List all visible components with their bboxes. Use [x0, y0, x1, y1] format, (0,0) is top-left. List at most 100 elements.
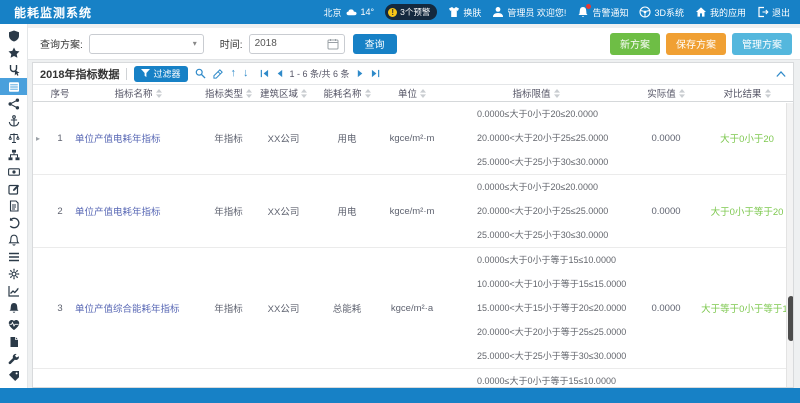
table-row[interactable]: ▸ 0.0000≤大于0小于等于15≤10.0000 — [33, 369, 793, 388]
alarm-notice-button[interactable]: 告警通知 — [577, 6, 628, 19]
sidebar-item-wrench[interactable] — [0, 350, 27, 367]
first-page-button[interactable] — [260, 69, 269, 78]
column-header-area[interactable]: 建筑区域 — [256, 86, 311, 100]
column-header-energy[interactable]: 能耗名称 — [311, 86, 383, 100]
sidebar-item-share[interactable] — [0, 95, 27, 112]
alert-count-label: 3个预警 — [400, 6, 430, 18]
last-page-button[interactable] — [371, 69, 380, 78]
bell-icon — [8, 302, 20, 314]
bottom-footer-bar — [0, 388, 800, 403]
sidebar-item-bell-outline[interactable] — [0, 231, 27, 248]
indicator-name-link[interactable]: 单位产值综合能耗年指标 — [75, 301, 201, 315]
plan-select[interactable]: ▾ — [89, 34, 204, 54]
column-header-limits[interactable]: 指标限值 — [441, 86, 631, 100]
sidebar-item-data-grid[interactable] — [0, 78, 27, 95]
row-area: XX公司 — [256, 204, 311, 218]
sidebar-item-scale[interactable] — [0, 129, 27, 146]
sidebar-item-heart-pulse[interactable] — [0, 316, 27, 333]
expand-row-icon[interactable]: ▸ — [33, 134, 45, 143]
limit-range-line: 20.0000<大于20小于25≤25.0000 — [441, 126, 631, 150]
sidebar-item-star[interactable] — [0, 44, 27, 61]
sidebar-item-document[interactable] — [0, 197, 27, 214]
alarm-notice-label: 告警通知 — [592, 6, 628, 19]
scrollbar-thumb[interactable] — [788, 296, 794, 341]
sidebar-item-money[interactable] — [0, 163, 27, 180]
row-seq: 1 — [45, 133, 75, 144]
my-apps-button[interactable]: 我的应用 — [695, 6, 746, 19]
logout-icon — [757, 6, 769, 18]
search-grid-button[interactable] — [195, 68, 206, 79]
sidebar-item-anchor[interactable] — [0, 112, 27, 129]
column-header-seq: 序号 — [45, 86, 75, 100]
indicator-name-link[interactable]: 单位产值电耗年指标 — [75, 131, 201, 145]
sidebar-item-tag[interactable] — [0, 367, 27, 384]
logout-label: 退出 — [772, 6, 790, 19]
sidebar-item-file[interactable] — [0, 333, 27, 350]
row-actual: 0.0000 — [631, 133, 701, 144]
row-energy: 用电 — [311, 131, 383, 145]
sidebar-item-menu[interactable] — [0, 248, 27, 265]
calendar-icon — [327, 38, 339, 50]
move-down-button[interactable]: ↓ — [243, 68, 249, 79]
sidebar-item-gear[interactable] — [0, 265, 27, 282]
limit-range-line: 0.0000≤大于0小于20≤20.0000 — [441, 175, 631, 199]
table-header-row: 序号 指标名称 指标类型 建筑区域 能耗名称 单位 指标限值 实际值 对比结果 — [33, 85, 793, 102]
column-header-result[interactable]: 对比结果 — [701, 86, 793, 100]
limit-range-line: 15.0000<大于15小于等于20≤20.0000 — [441, 296, 631, 320]
table-row[interactable]: ▸ 3 单位产值综合能耗年指标 年指标 XX公司 总能耗 kgce/m²·a 0… — [33, 248, 793, 369]
home-icon — [695, 6, 707, 18]
table-row[interactable]: ▸ 1 单位产值电耗年指标 年指标 XX公司 用电 kgce/m²·m 0.00… — [33, 102, 793, 175]
column-header-unit[interactable]: 单位 — [383, 86, 441, 100]
new-plan-button[interactable]: 新方案 — [610, 33, 660, 55]
data-grid-panel: 2018年指标数据 过滤器 ↑ ↓ 1 - 6 条/共 6 条 序号 指 — [32, 62, 794, 388]
save-plan-button[interactable]: 保存方案 — [666, 33, 726, 55]
sidebar-item-bell[interactable] — [0, 299, 27, 316]
alert-badge[interactable]: ! 3个预警 — [385, 4, 437, 20]
share-nodes-icon — [8, 98, 20, 110]
collapse-panel-button[interactable] — [776, 70, 786, 78]
user-menu[interactable]: 管理员 欢迎您! — [492, 6, 566, 19]
vertical-scrollbar[interactable] — [786, 103, 793, 387]
time-input[interactable]: 2018 — [249, 34, 345, 54]
filter-button[interactable]: 过滤器 — [134, 66, 187, 82]
clear-filter-button[interactable] — [213, 68, 224, 79]
chart-line-icon — [8, 285, 20, 297]
system-3d-label: 3D系统 — [654, 6, 684, 19]
search-button[interactable]: 查询 — [353, 34, 397, 54]
column-header-name[interactable]: 指标名称 — [75, 86, 201, 100]
column-header-actual[interactable]: 实际值 — [631, 86, 701, 100]
sort-icon — [679, 89, 685, 98]
row-seq: 2 — [45, 206, 75, 217]
file-icon — [8, 336, 20, 348]
limit-range-line: 0.0000≤大于0小于20≤20.0000 — [441, 102, 631, 126]
manage-plan-button[interactable]: 管理方案 — [732, 33, 792, 55]
prev-page-icon — [275, 69, 284, 78]
logout-button[interactable]: 退出 — [757, 6, 790, 19]
left-sidebar — [0, 24, 28, 388]
system-3d-button[interactable]: 3D系统 — [639, 6, 684, 19]
sidebar-item-shield[interactable] — [0, 27, 27, 44]
time-label: 时间: — [220, 36, 243, 51]
table-row[interactable]: ▸ 2 单位产值电耗年指标 年指标 XX公司 用电 kgce/m²·m 0.00… — [33, 175, 793, 248]
indicator-name-link[interactable]: 单位产值电耗年指标 — [75, 204, 201, 218]
next-page-button[interactable] — [356, 69, 365, 78]
limit-range-line: 20.0000<大于20小于等于25≤25.0000 — [441, 320, 631, 344]
sidebar-item-chart[interactable] — [0, 282, 27, 299]
select-cursor-icon — [8, 64, 20, 76]
column-header-type[interactable]: 指标类型 — [201, 86, 256, 100]
move-up-button[interactable]: ↑ — [231, 68, 237, 79]
sort-icon — [156, 89, 162, 98]
sidebar-item-edit[interactable] — [0, 180, 27, 197]
sidebar-item-history[interactable] — [0, 214, 27, 231]
prev-page-button[interactable] — [275, 69, 284, 78]
sidebar-item-select[interactable] — [0, 61, 27, 78]
money-icon — [8, 166, 20, 178]
limit-range-line: 25.0000<大于25小于30≤30.0000 — [441, 223, 631, 247]
row-area: XX公司 — [256, 131, 311, 145]
sidebar-item-sitemap[interactable] — [0, 146, 27, 163]
query-bar: 查询方案: ▾ 时间: 2018 查询 新方案 保存方案 管理方案 — [28, 28, 800, 60]
limit-range-line: 25.0000<大于25小于等于30≤30.0000 — [441, 344, 631, 368]
skin-switch-button[interactable]: 换肤 — [448, 6, 481, 19]
limit-range-line: 20.0000<大于20小于25≤25.0000 — [441, 199, 631, 223]
weather-city: 北京 — [324, 6, 342, 19]
